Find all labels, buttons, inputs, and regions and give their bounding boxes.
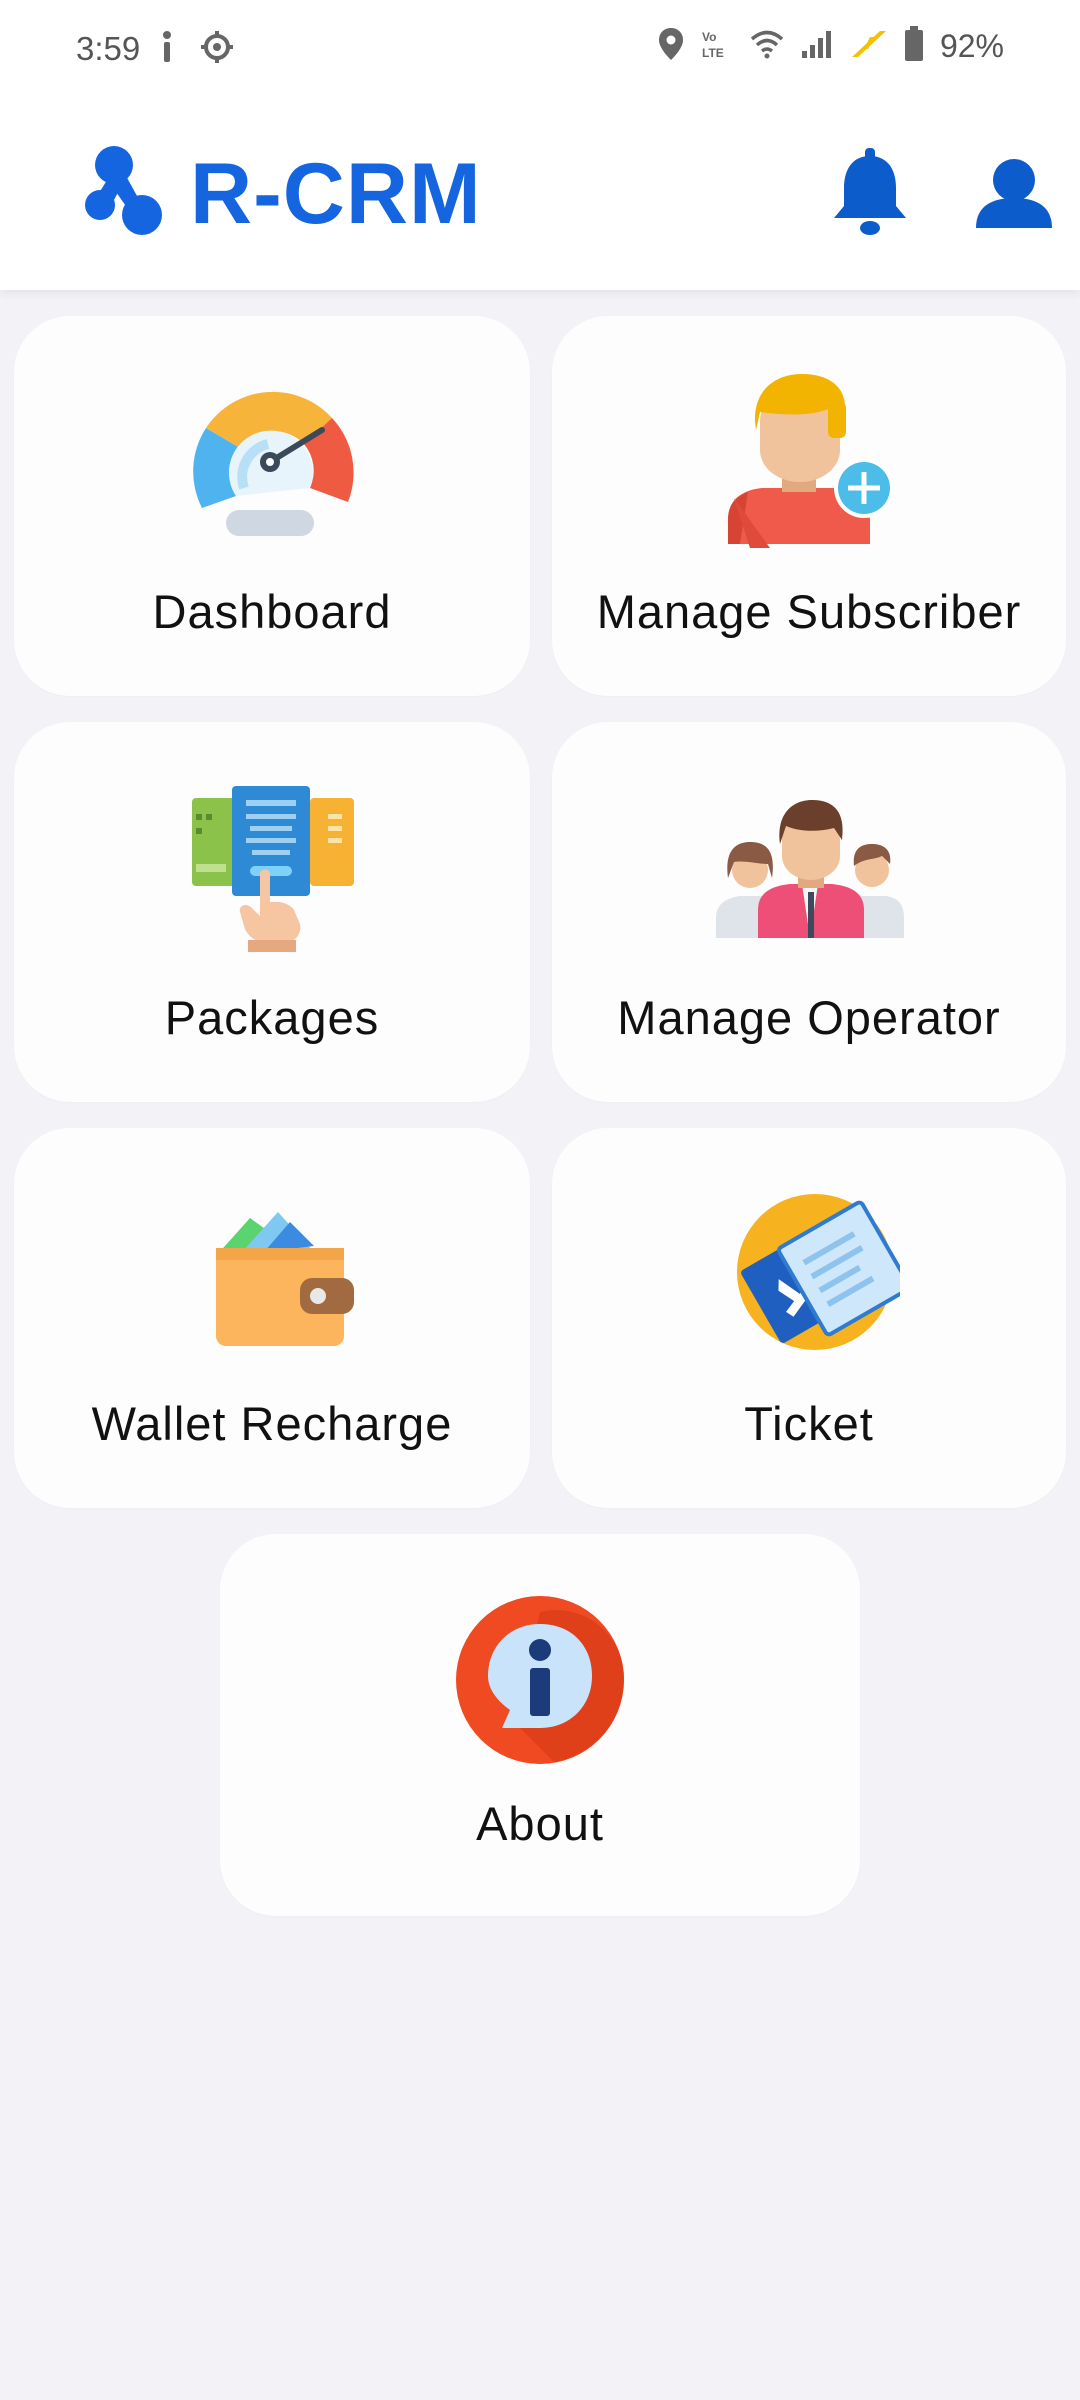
user-icon[interactable] (974, 158, 1054, 235)
ticket-label: Ticket (744, 1397, 874, 1450)
manage-subscriber-label: Manage Subscriber (596, 585, 1022, 638)
status-bar: 3:59 Vo LTE 92% (0, 0, 1080, 100)
bell-icon[interactable] (830, 148, 910, 243)
signal-icon (800, 29, 834, 64)
app-bar: R-CRM (0, 100, 1080, 290)
svg-text:Vo: Vo (702, 30, 716, 44)
operator-team-icon (714, 800, 904, 945)
wallet-icon (202, 1206, 362, 1355)
wifi-icon (750, 29, 784, 64)
location-icon (658, 27, 684, 66)
wallet-recharge-label: Wallet Recharge (91, 1397, 453, 1450)
dashboard-tile[interactable]: Dashboard (14, 316, 530, 696)
manage-operator-tile[interactable]: Manage Operator (552, 722, 1066, 1102)
ticket-icon (730, 1192, 912, 1367)
packages-icon (188, 784, 358, 959)
charging-icon (850, 29, 888, 64)
dashboard-label: Dashboard (152, 585, 392, 638)
battery-icon (904, 26, 924, 67)
packages-label: Packages (164, 991, 380, 1044)
about-tile[interactable]: About (220, 1534, 860, 1916)
info-icon (160, 30, 174, 69)
svg-text:LTE: LTE (702, 46, 724, 60)
packages-tile[interactable]: Packages (14, 722, 530, 1102)
status-right: Vo LTE 92% (658, 26, 1004, 67)
info-bubble-icon (454, 1594, 626, 1771)
status-left-icons (160, 30, 234, 69)
logo-icon (84, 145, 164, 240)
wallet-recharge-tile[interactable]: Wallet Recharge (14, 1128, 530, 1508)
battery-percentage: 92% (939, 28, 1004, 64)
status-time: 3:59 (76, 30, 141, 67)
volte-icon: Vo LTE (700, 27, 734, 66)
speedometer-icon (182, 378, 362, 543)
app-title: R-CRM (190, 146, 482, 242)
manage-operator-label: Manage Operator (617, 991, 1001, 1044)
settings-icon (200, 30, 234, 69)
about-label: About (476, 1797, 604, 1850)
ticket-tile[interactable]: Ticket (552, 1128, 1066, 1508)
manage-subscriber-tile[interactable]: Manage Subscriber (552, 316, 1066, 696)
add-subscriber-icon (720, 372, 900, 553)
